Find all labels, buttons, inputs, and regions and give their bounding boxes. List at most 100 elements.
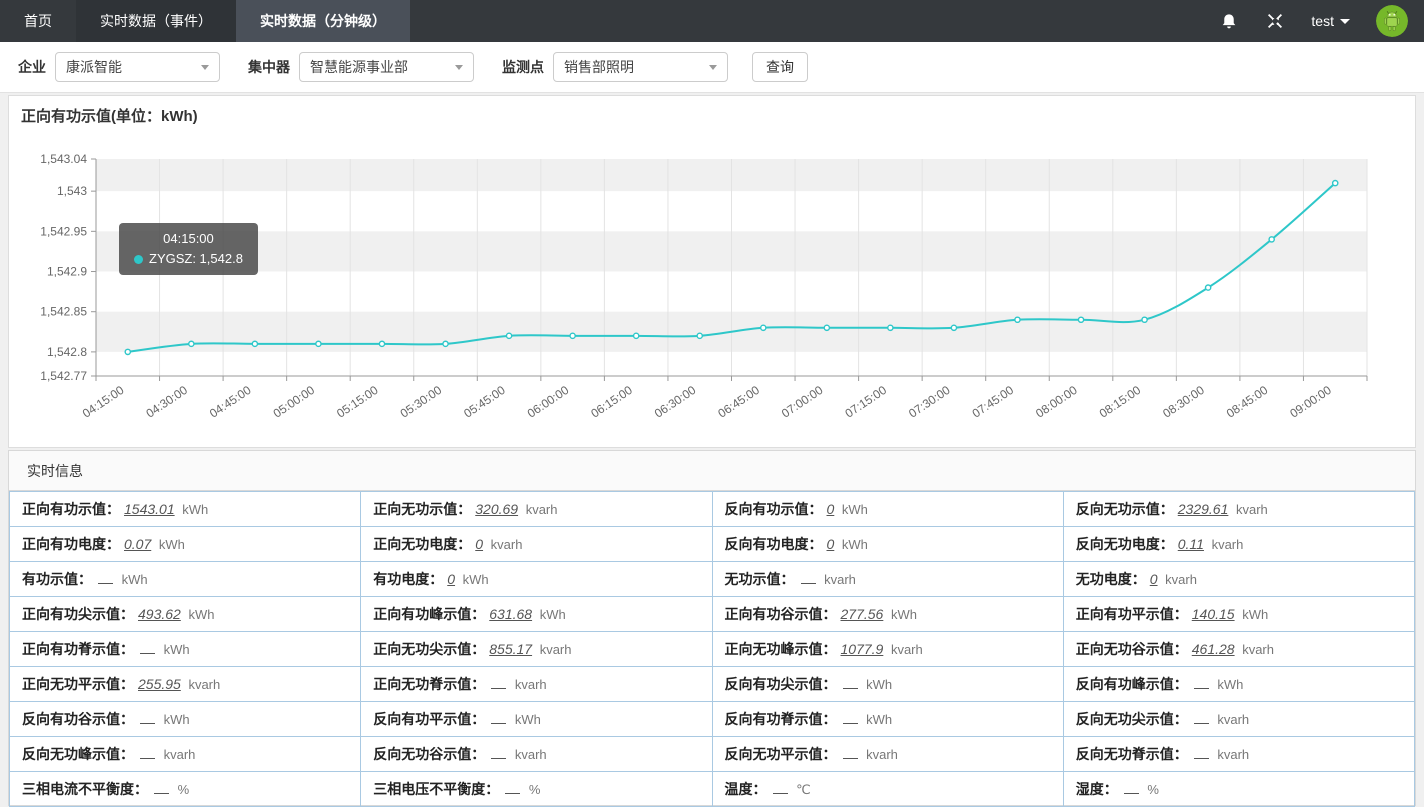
- svg-text:06:45:00: 06:45:00: [715, 383, 762, 421]
- info-unit: kWh: [863, 712, 893, 727]
- info-value-link[interactable]: 0.11: [1178, 536, 1204, 552]
- info-cell: 正向有功尖示值：493.62 kWh: [10, 597, 361, 632]
- svg-text:04:15:00: 04:15:00: [80, 383, 127, 421]
- info-cell: 有功示值： kWh: [10, 562, 361, 597]
- info-value-blank: [843, 676, 858, 689]
- info-unit: ℃: [793, 782, 811, 797]
- query-button[interactable]: 查询: [752, 52, 808, 82]
- svg-text:07:30:00: 07:30:00: [906, 383, 953, 421]
- info-cell: 正向有功平示值：140.15 kWh: [1063, 597, 1414, 632]
- info-value-link[interactable]: 461.28: [1192, 641, 1235, 657]
- info-unit: kWh: [838, 537, 868, 552]
- info-value-link[interactable]: 493.62: [138, 606, 181, 622]
- info-value-link[interactable]: 140.15: [1192, 606, 1235, 622]
- monitor-point-label: 监测点: [502, 57, 544, 77]
- info-unit: kvarh: [185, 677, 220, 692]
- info-row: 正向无功平示值：255.95 kvarh正向无功脊示值： kvarh反向有功尖示…: [10, 667, 1415, 702]
- info-value-link[interactable]: 0: [827, 536, 835, 552]
- bell-icon[interactable]: [1219, 11, 1239, 31]
- info-label: 反向无功尖示值：: [1076, 711, 1188, 727]
- info-value-link[interactable]: 1077.9: [841, 641, 884, 657]
- info-value-link[interactable]: 1543.01: [124, 501, 175, 517]
- info-label: 正向无功电度：: [373, 536, 471, 552]
- realtime-line-chart: 1,542.771,542.81,542.851,542.91,542.951,…: [9, 96, 1415, 447]
- info-value-blank: [1194, 711, 1209, 724]
- info-value-link[interactable]: 0: [475, 536, 483, 552]
- info-label: 反向有功电度：: [725, 536, 823, 552]
- info-unit: kvarh: [536, 642, 571, 657]
- info-cell: 正向有功脊示值： kWh: [10, 632, 361, 667]
- info-value-link[interactable]: 2329.61: [1178, 501, 1229, 517]
- fullscreen-icon[interactable]: [1265, 11, 1285, 31]
- info-value-blank: [154, 781, 169, 794]
- info-unit: kvarh: [522, 502, 557, 517]
- info-value-link[interactable]: 255.95: [138, 676, 181, 692]
- info-value-blank: [140, 711, 155, 724]
- tab-realtime-event[interactable]: 实时数据（事件）: [76, 0, 236, 42]
- chevron-down-icon: [455, 65, 463, 70]
- info-row: 反向有功谷示值： kWh反向有功平示值： kWh反向有功脊示值： kWh反向无功…: [10, 702, 1415, 737]
- navbar-right: test: [1219, 0, 1424, 42]
- info-cell: 反向有功峰示值： kWh: [1063, 667, 1414, 702]
- info-cell: 正向有功谷示值：277.56 kWh: [712, 597, 1063, 632]
- info-cell: 正向有功电度：0.07 kWh: [10, 527, 361, 562]
- info-value-link[interactable]: 0: [827, 501, 835, 517]
- info-unit: kWh: [1239, 607, 1269, 622]
- info-cell: 正向无功脊示值： kvarh: [361, 667, 712, 702]
- user-menu[interactable]: test: [1311, 13, 1350, 29]
- info-unit: kvarh: [487, 537, 522, 552]
- top-navbar: 首页 实时数据（事件） 实时数据（分钟级） test: [0, 0, 1424, 42]
- info-unit: kvarh: [821, 572, 856, 587]
- info-value-link[interactable]: 320.69: [475, 501, 518, 517]
- info-value-link[interactable]: 631.68: [489, 606, 532, 622]
- info-unit: kWh: [160, 712, 190, 727]
- info-unit: %: [525, 782, 540, 797]
- info-value-blank: [1194, 676, 1209, 689]
- info-value-link[interactable]: 0: [1150, 571, 1158, 587]
- concentrator-select[interactable]: 智慧能源事业部: [299, 52, 474, 82]
- info-label: 反向无功平示值：: [725, 746, 837, 762]
- info-unit: kWh: [536, 607, 566, 622]
- info-value-link[interactable]: 0.07: [124, 536, 151, 552]
- android-avatar[interactable]: [1376, 5, 1408, 37]
- info-unit: kvarh: [511, 677, 546, 692]
- info-label: 正向无功脊示值：: [373, 676, 485, 692]
- svg-text:07:45:00: 07:45:00: [970, 383, 1017, 421]
- info-value-link[interactable]: 0: [447, 571, 455, 587]
- info-unit: kWh: [155, 537, 185, 552]
- info-unit: kvarh: [1232, 502, 1267, 517]
- enterprise-select[interactable]: 康派智能: [55, 52, 220, 82]
- info-cell: 无功电度：0 kvarh: [1063, 562, 1414, 597]
- info-cell: 正向有功峰示值：631.68 kWh: [361, 597, 712, 632]
- info-cell: 正向无功平示值：255.95 kvarh: [10, 667, 361, 702]
- monitor-point-select-value: 销售部照明: [564, 57, 634, 77]
- info-unit: kvarh: [511, 747, 546, 762]
- info-cell: 反向有功示值：0 kWh: [712, 492, 1063, 527]
- info-label: 正向无功平示值：: [22, 676, 134, 692]
- realtime-info-table: 正向有功示值：1543.01 kWh正向无功示值：320.69 kvarh反向有…: [9, 491, 1415, 807]
- tab-realtime-minute[interactable]: 实时数据（分钟级）: [236, 0, 410, 42]
- svg-text:05:00:00: 05:00:00: [271, 383, 318, 421]
- info-label: 反向有功谷示值：: [22, 711, 134, 727]
- filter-bar: 企业 康派智能 集中器 智慧能源事业部 监测点 销售部照明 查询: [0, 42, 1424, 93]
- info-label: 反向无功峰示值：: [22, 746, 134, 762]
- info-unit: kvarh: [887, 642, 922, 657]
- svg-text:1,543.04: 1,543.04: [40, 152, 87, 166]
- svg-text:1,543: 1,543: [57, 184, 87, 198]
- info-row: 正向有功示值：1543.01 kWh正向无功示值：320.69 kvarh反向有…: [10, 492, 1415, 527]
- info-unit: kvarh: [160, 747, 195, 762]
- info-label: 有功示值：: [22, 571, 92, 587]
- info-row: 三相电流不平衡度： %三相电压不平衡度： %温度： ℃湿度： %: [10, 772, 1415, 807]
- info-unit: kvarh: [1214, 712, 1249, 727]
- info-unit: kWh: [160, 642, 190, 657]
- info-unit: kWh: [838, 502, 868, 517]
- info-unit: kvarh: [1214, 747, 1249, 762]
- tab-home[interactable]: 首页: [0, 0, 76, 42]
- monitor-point-select[interactable]: 销售部照明: [553, 52, 728, 82]
- svg-text:04:45:00: 04:45:00: [207, 383, 254, 421]
- info-value-link[interactable]: 855.17: [489, 641, 532, 657]
- info-value-link[interactable]: 277.56: [841, 606, 884, 622]
- info-label: 三相电压不平衡度：: [373, 781, 499, 797]
- info-cell: 反向无功峰示值： kvarh: [10, 737, 361, 772]
- info-cell: 反向无功谷示值： kvarh: [361, 737, 712, 772]
